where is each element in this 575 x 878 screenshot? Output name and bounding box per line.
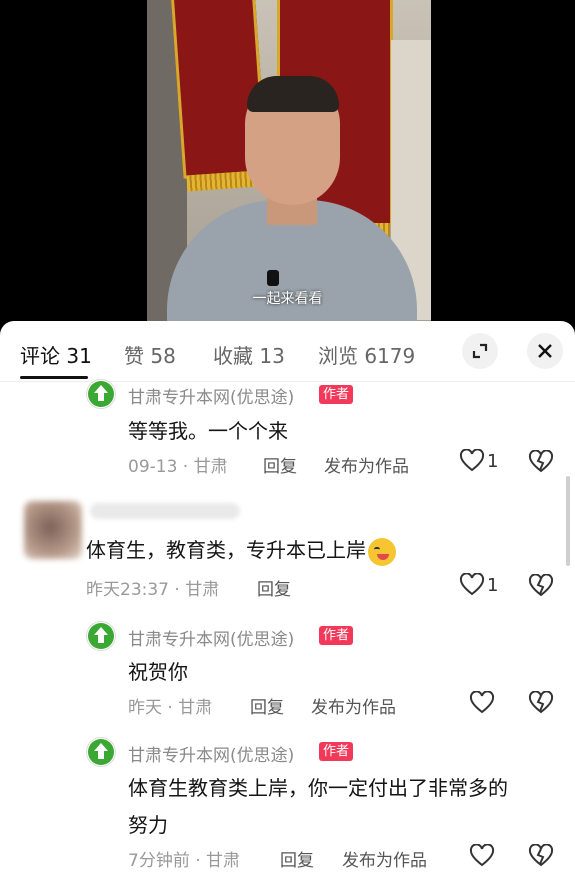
tab-favorites[interactable]: 收藏 13 bbox=[213, 340, 285, 369]
dislike-button[interactable] bbox=[528, 690, 554, 719]
heart-icon bbox=[469, 691, 495, 714]
heart-icon bbox=[469, 844, 495, 867]
heart-icon bbox=[459, 449, 485, 472]
comment-text: 体育生，教育类，专升本已上岸 bbox=[86, 534, 396, 566]
expand-button[interactable] bbox=[462, 333, 498, 369]
broken-heart-icon bbox=[528, 843, 554, 867]
comment-sheet: 评论 31 赞 58 收藏 13 浏览 6179 甘肃专升本网(优思途) 作者 … bbox=[0, 321, 575, 878]
reply-button[interactable]: 回复 bbox=[257, 575, 291, 600]
lapel-mic bbox=[267, 270, 279, 286]
comment-author[interactable]: 甘肃专升本网(优思途) bbox=[128, 625, 294, 650]
publish-as-work-button[interactable]: 发布为作品 bbox=[342, 846, 427, 871]
comment-text: 等等我。一个个来 bbox=[128, 419, 288, 443]
comment-meta: 昨天23:37 · 甘肃 bbox=[86, 580, 220, 600]
comment-meta: 昨天 · 甘肃 bbox=[128, 698, 213, 718]
reply-button[interactable]: 回复 bbox=[263, 452, 297, 477]
upload-arrow-icon bbox=[88, 381, 114, 407]
comment-meta: 09-13 · 甘肃 bbox=[128, 457, 228, 477]
video-subtitle: 一起来看看 bbox=[252, 291, 323, 307]
comment-author-blurred[interactable] bbox=[90, 503, 240, 519]
comment-text-line-1: 体育生教育类上岸，你一定付出了非常多的 bbox=[128, 776, 508, 800]
comment-tabs: 评论 31 赞 58 收藏 13 浏览 6179 bbox=[0, 321, 575, 382]
close-icon bbox=[538, 344, 552, 358]
heart-icon bbox=[459, 573, 485, 596]
dislike-button[interactable] bbox=[528, 449, 554, 478]
upload-arrow-icon bbox=[88, 739, 114, 765]
video-player[interactable]: 一起来看看 bbox=[0, 0, 575, 330]
scrollbar[interactable] bbox=[566, 476, 570, 566]
dislike-button[interactable] bbox=[528, 843, 554, 872]
reply-button[interactable]: 回复 bbox=[280, 846, 314, 871]
like-button[interactable] bbox=[469, 691, 495, 715]
like-button[interactable]: 1 bbox=[459, 449, 498, 473]
close-button[interactable] bbox=[527, 333, 563, 369]
user-avatar[interactable] bbox=[24, 501, 82, 559]
comment-text: 祝贺你 bbox=[128, 660, 188, 684]
like-count: 1 bbox=[487, 574, 499, 596]
comment-list[interactable]: 甘肃专升本网(优思途) 作者 等等我。一个个来 09-13 · 甘肃 回复 发布… bbox=[0, 379, 575, 878]
author-avatar[interactable] bbox=[86, 621, 116, 651]
author-avatar[interactable] bbox=[86, 379, 116, 409]
like-count: 1 bbox=[487, 450, 499, 472]
dislike-button[interactable] bbox=[528, 573, 554, 602]
video-frame bbox=[147, 0, 431, 330]
publish-as-work-button[interactable]: 发布为作品 bbox=[311, 693, 396, 718]
active-tab-indicator bbox=[20, 376, 88, 379]
author-badge: 作者 bbox=[319, 626, 354, 645]
comment-author[interactable]: 甘肃专升本网(优思途) bbox=[128, 741, 294, 766]
broken-heart-icon bbox=[528, 449, 554, 473]
broken-heart-icon bbox=[528, 690, 554, 714]
reply-button[interactable]: 回复 bbox=[250, 693, 284, 718]
tab-likes[interactable]: 赞 58 bbox=[124, 340, 176, 369]
author-badge: 作者 bbox=[319, 385, 354, 404]
expand-icon bbox=[472, 343, 488, 359]
publish-as-work-button[interactable]: 发布为作品 bbox=[324, 452, 409, 477]
comment-meta: 7分钟前 · 甘肃 bbox=[128, 851, 241, 871]
comment-author[interactable]: 甘肃专升本网(优思途) bbox=[128, 383, 294, 408]
tab-views[interactable]: 浏览 6179 bbox=[318, 340, 415, 369]
wink-tongue-emoji bbox=[368, 537, 396, 566]
like-button[interactable] bbox=[469, 844, 495, 868]
like-button[interactable]: 1 bbox=[459, 573, 498, 597]
author-avatar[interactable] bbox=[86, 737, 116, 767]
tab-comments[interactable]: 评论 31 bbox=[20, 340, 92, 369]
upload-arrow-icon bbox=[88, 623, 114, 649]
comment-text-line-2: 努力 bbox=[128, 813, 168, 837]
author-badge: 作者 bbox=[319, 742, 354, 761]
broken-heart-icon bbox=[528, 573, 554, 597]
